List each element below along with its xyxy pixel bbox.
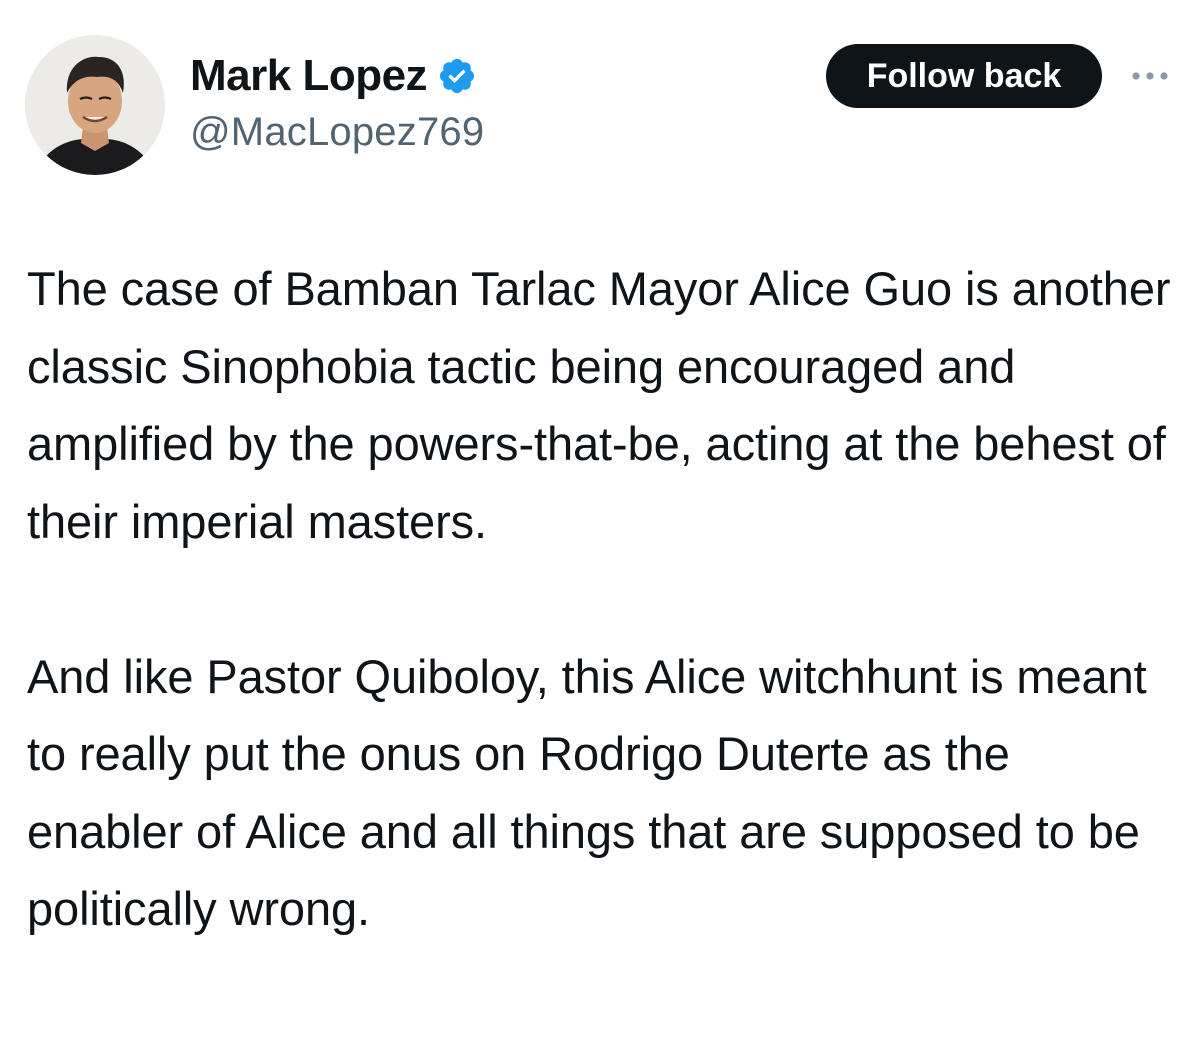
profile-photo-icon [25, 35, 165, 175]
name-row: Mark Lopez [190, 48, 484, 104]
display-name[interactable]: Mark Lopez [190, 51, 428, 101]
tweet-text: The case of Bamban Tarlac Mayor Alice Gu… [27, 250, 1177, 948]
verified-badge-icon[interactable] [437, 56, 477, 96]
user-info: Mark Lopez @MacLopez769 [190, 48, 484, 155]
user-handle[interactable]: @MacLopez769 [190, 110, 484, 155]
tweet-paragraph: The case of Bamban Tarlac Mayor Alice Gu… [27, 262, 1171, 548]
avatar[interactable] [25, 35, 165, 175]
follow-back-button[interactable]: Follow back [826, 44, 1102, 108]
more-horizontal-icon[interactable] [1128, 58, 1172, 94]
tweet-paragraph: And like Pastor Quiboloy, this Alice wit… [27, 649, 1147, 936]
tweet-header: Mark Lopez @MacLopez769 Follow back [0, 0, 1200, 190]
